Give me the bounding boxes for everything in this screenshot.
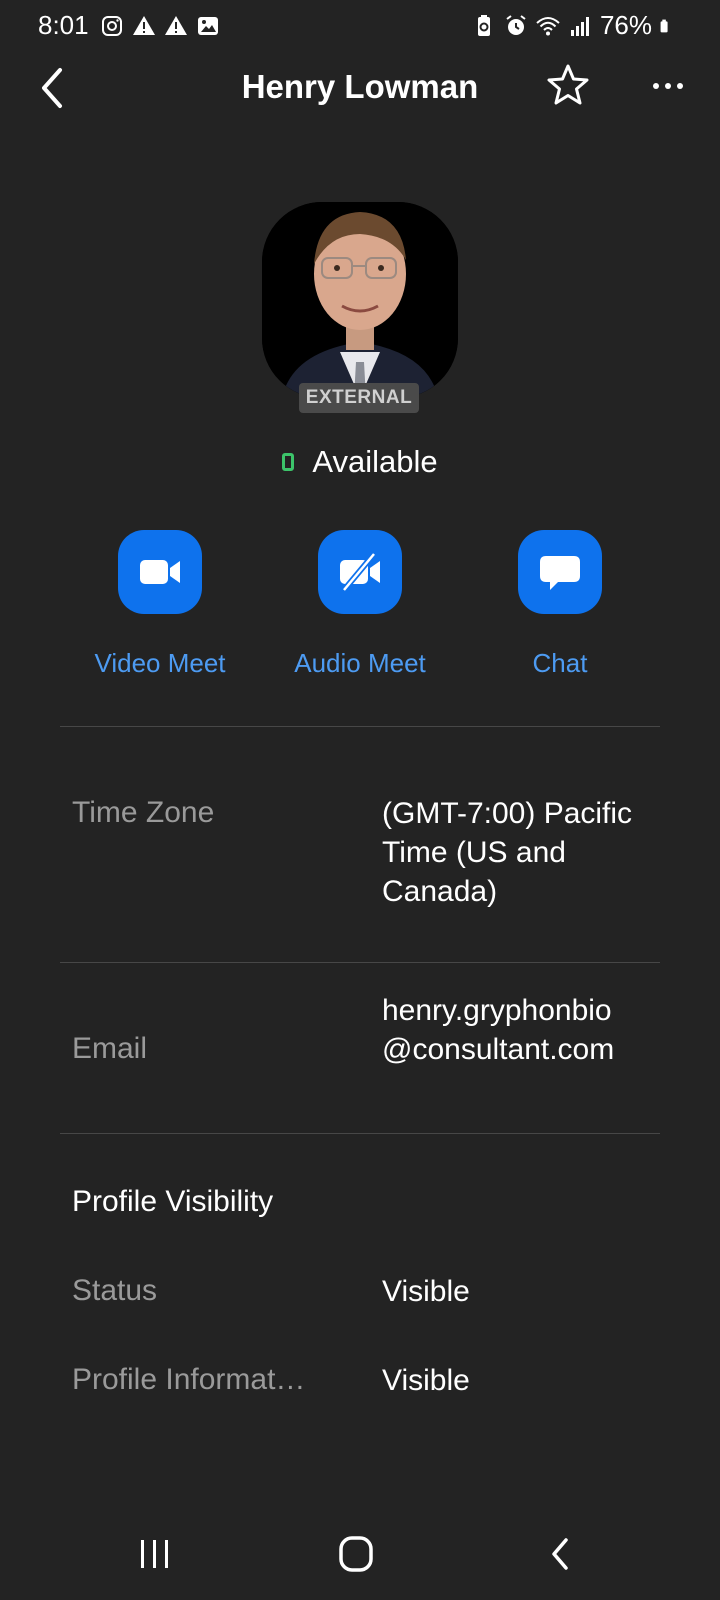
chat-label: Chat [532,648,588,678]
wifi-icon [536,16,560,35]
video-meet-button[interactable] [118,530,202,614]
notification-icons [100,14,220,38]
presence-indicator-icon [282,453,295,471]
chat-action[interactable]: Chat [460,530,660,679]
signal-icon [570,16,589,36]
warning-icon [165,16,187,35]
status-time: 8:01 [38,10,89,40]
audio-meet-button[interactable] [318,530,402,614]
audio-meet-action[interactable]: Audio Meet [260,530,460,679]
email-label: Email [72,1032,148,1065]
availability-status: Available [0,444,720,480]
profile-info-visibility-value: Visible [382,1364,470,1397]
video-off-icon [340,552,380,592]
more-options-button[interactable] [644,62,692,110]
contact-profile-screen: 8:01 76% Henry Lowman EXTERNAL Available… [0,0,720,1600]
external-badge: EXTERNAL [299,383,419,413]
profile-visibility-title: Profile Visibility [72,1185,274,1218]
star-icon [547,64,589,105]
warning-icon [133,16,155,35]
more-horizontal-icon [653,83,683,89]
availability-text: Available [312,444,438,479]
divider [60,1133,660,1134]
system-back-button[interactable] [530,1530,590,1580]
favorite-button[interactable] [544,62,592,110]
chat-button[interactable] [518,530,602,614]
home-icon [339,1536,373,1572]
recent-apps-icon [141,1540,168,1568]
time-zone-value: (GMT-7:00) Pacific Time (US and Canada) [382,797,633,908]
system-nav-bar [0,1520,720,1590]
video-meet-label: Video Meet [94,648,226,678]
status-visibility-label: Status [72,1274,158,1307]
divider [60,726,660,727]
status-visibility-value: Visible [382,1275,470,1308]
time-zone-label: Time Zone [72,796,215,829]
chat-bubble-icon [540,556,580,590]
instagram-icon [102,16,122,36]
video-camera-icon [140,560,180,584]
image-icon [198,17,218,35]
battery-percent: 76% [599,10,652,40]
video-meet-action[interactable]: Video Meet [60,530,260,679]
battery-saver-icon [477,14,490,36]
audio-meet-label: Audio Meet [294,648,426,678]
chevron-left-icon [552,1538,568,1570]
top-app-bar: Henry Lowman [0,52,720,124]
page-title: Henry Lowman [241,68,479,105]
profile-info-visibility-label: Profile Informat… [72,1363,306,1396]
battery-icon [660,19,668,32]
home-button[interactable] [326,1530,386,1580]
divider [60,962,660,963]
alarm-icon [506,14,526,35]
status-bar: 8:01 76% [0,0,720,52]
profile-photo [262,202,458,398]
email-value[interactable]: henry.gryphonbio@consultant.com [382,991,622,1069]
recent-apps-button[interactable] [125,1530,185,1580]
avatar [262,202,458,398]
system-icons: 76% [472,10,674,41]
